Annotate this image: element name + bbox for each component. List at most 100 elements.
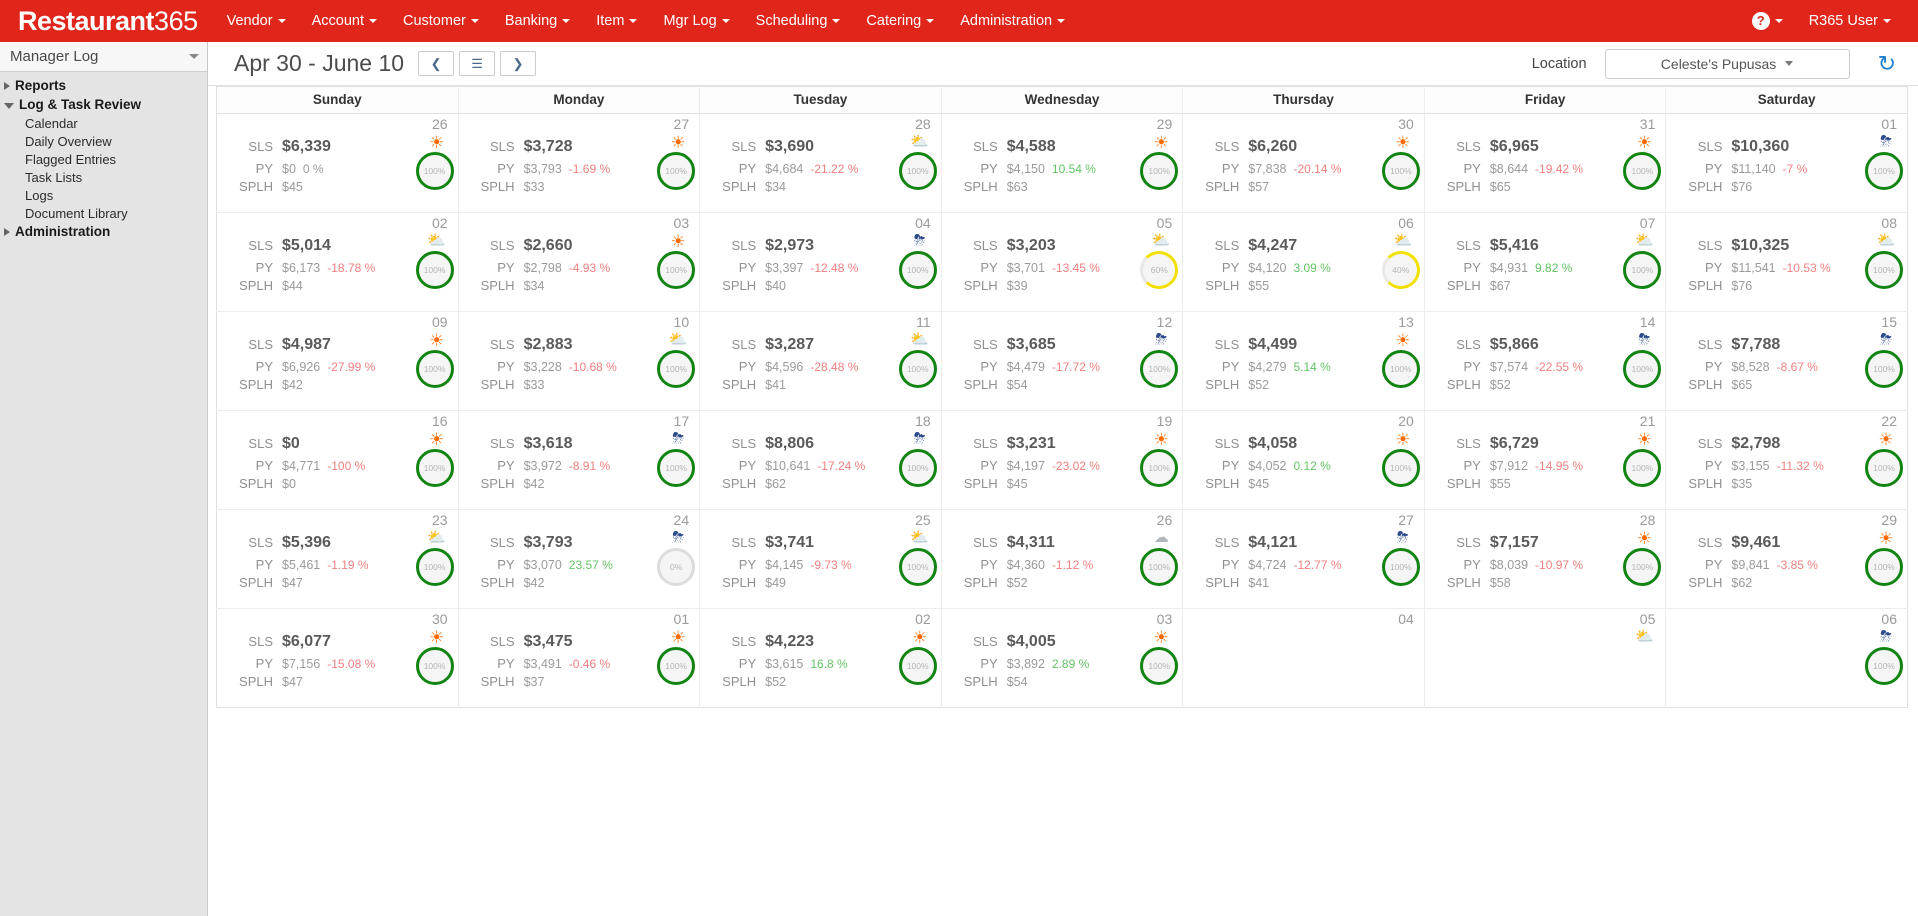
location-select[interactable]: Celeste's Pupusas	[1604, 48, 1850, 79]
calendar-day-cell[interactable]: 12 ⛈ 100% SLS $3,685 PY $4,479 -17.72 % SPLH $54	[941, 311, 1184, 411]
completion-ring[interactable]: 100%	[657, 152, 696, 190]
completion-ring[interactable]: 100%	[657, 449, 696, 487]
calendar-day-cell[interactable]: 18 ⛈ 100% SLS $8,806 PY $10,641 -17.24 % SPLH $62	[699, 410, 942, 510]
completion-ring[interactable]: 100%	[415, 647, 454, 685]
calendar-day-cell[interactable]: 01 ⛈ 100% SLS $10,360 PY $11,140 -7 % SPLH $76	[1665, 113, 1908, 213]
completion-ring[interactable]: 100%	[1140, 350, 1179, 388]
completion-ring[interactable]: 100%	[1140, 647, 1179, 685]
calendar-day-cell[interactable]: 30 ☀ 100% SLS $6,260 PY $7,838 -20.14 % SPLH $57	[1182, 113, 1425, 213]
completion-ring[interactable]: 0%	[657, 548, 696, 586]
next-period-button[interactable]: ❯	[500, 51, 537, 76]
calendar-day-cell[interactable]: 04 ⛈ 100% SLS $2,973 PY $3,397 -12.48 % SPLH $40	[699, 212, 942, 312]
calendar-day-cell[interactable]: 26 ☀ 100% SLS $6,339 PY $0 0 % SPLH $45	[216, 113, 459, 213]
calendar-day-cell[interactable]: 08 ⛅ 100% SLS $10,325 PY $11,541 -10.53 % SPLH $7…	[1665, 212, 1908, 312]
sidebar-item-calendar[interactable]: Calendar	[0, 114, 207, 132]
help-menu[interactable]: ?	[1739, 0, 1796, 42]
sidebar-group-log-task-review[interactable]: Log & Task Review	[0, 95, 207, 114]
calendar-day-cell[interactable]: 10 ⛅ 100% SLS $2,883 PY $3,228 -10.68 % SPLH $33	[458, 311, 701, 411]
completion-ring[interactable]: 100%	[1865, 251, 1903, 289]
user-menu[interactable]: R365 User	[1796, 0, 1904, 42]
completion-ring[interactable]: 100%	[1865, 152, 1903, 190]
calendar-day-cell[interactable]: 14 ⛈ 100% SLS $5,866 PY $7,574 -22.55 % SPLH $52	[1424, 311, 1667, 411]
calendar-day-cell[interactable]: 02 ☀ 100% SLS $4,223 PY $3,615 16.8 % SPLH $52	[699, 608, 942, 708]
sidebar-item-task-lists[interactable]: Task Lists	[0, 168, 207, 186]
sidebar-group-administration[interactable]: Administration	[0, 222, 207, 241]
calendar-day-cell[interactable]: 21 ☀ 100% SLS $6,729 PY $7,912 -14.95 % SPLH $55	[1424, 410, 1667, 510]
completion-ring[interactable]: 100%	[415, 251, 454, 289]
calendar-day-cell[interactable]: 17 ⛈ 100% SLS $3,618 PY $3,972 -8.91 % SPLH $42	[458, 410, 701, 510]
calendar-day-cell[interactable]: 06 ⛅ 40% SLS $4,247 PY $4,120 3.09 % SPLH $55	[1182, 212, 1425, 312]
calendar-day-cell[interactable]: 27 ☀ 100% SLS $3,728 PY $3,793 -1.69 % SPLH $33	[458, 113, 701, 213]
sidebar-item-flagged-entries[interactable]: Flagged Entries	[0, 150, 207, 168]
completion-ring[interactable]: 100%	[1140, 152, 1179, 190]
sidebar-item-daily-overview[interactable]: Daily Overview	[0, 132, 207, 150]
calendar-day-cell[interactable]: 29 ☀ 100% SLS $9,461 PY $9,841 -3.85 % SPLH $62	[1665, 509, 1908, 609]
sidebar-item-document-library[interactable]: Document Library	[0, 204, 207, 222]
calendar-day-cell[interactable]: 11 ⛅ 100% SLS $3,287 PY $4,596 -28.48 % SPLH $41	[699, 311, 942, 411]
completion-ring[interactable]: 100%	[1381, 548, 1420, 586]
calendar-day-cell[interactable]: 05 ⛅ 60% SLS $3,203 PY $3,701 -13.45 % SPLH $39	[941, 212, 1184, 312]
calendar-day-cell[interactable]: 28 ☀ 100% SLS $7,157 PY $8,039 -10.97 % SPLH $58	[1424, 509, 1667, 609]
completion-ring[interactable]: 100%	[1865, 350, 1903, 388]
calendar-day-cell[interactable]: 31 ☀ 100% SLS $6,965 PY $8,644 -19.42 % SPLH $65	[1424, 113, 1667, 213]
calendar-day-cell[interactable]: 22 ☀ 100% SLS $2,798 PY $3,155 -11.32 % SPLH $35	[1665, 410, 1908, 510]
completion-ring[interactable]: 100%	[1865, 548, 1903, 586]
completion-ring[interactable]: 100%	[898, 152, 937, 190]
completion-ring[interactable]: 100%	[1865, 647, 1903, 685]
calendar-day-cell[interactable]: 25 ⛅ 100% SLS $3,741 PY $4,145 -9.73 % SPLH $49	[699, 509, 942, 609]
calendar-day-cell[interactable]: 20 ☀ 100% SLS $4,058 PY $4,052 0.12 % SPLH $45	[1182, 410, 1425, 510]
nav-item-customer[interactable]: Customer	[390, 0, 492, 42]
nav-item-banking[interactable]: Banking	[492, 0, 583, 42]
calendar-day-cell[interactable]: 02 ⛅ 100% SLS $5,014 PY $6,173 -18.78 % SPLH $44	[216, 212, 459, 312]
calendar-day-cell[interactable]: 09 ☀ 100% SLS $4,987 PY $6,926 -27.99 % SPLH $42	[216, 311, 459, 411]
calendar-day-cell[interactable]: 29 ☀ 100% SLS $4,588 PY $4,150 10.54 % SPLH $63	[941, 113, 1184, 213]
calendar-day-cell[interactable]: 01 ☀ 100% SLS $3,475 PY $3,491 -0.46 % SPLH $37	[458, 608, 701, 708]
nav-item-mgr-log[interactable]: Mgr Log	[650, 0, 742, 42]
completion-ring[interactable]: 100%	[657, 350, 696, 388]
calendar-day-cell[interactable]: 13 ☀ 100% SLS $4,499 PY $4,279 5.14 % SPLH $52	[1182, 311, 1425, 411]
completion-ring[interactable]: 100%	[898, 350, 937, 388]
completion-ring[interactable]: 60%	[1140, 251, 1179, 289]
calendar-day-cell[interactable]: 30 ☀ 100% SLS $6,077 PY $7,156 -15.08 % SPLH $47	[216, 608, 459, 708]
calendar-day-cell[interactable]: 28 ⛅ 100% SLS $3,690 PY $4,684 -21.22 % SPLH $34	[699, 113, 942, 213]
app-logo[interactable]: Restaurant365	[0, 6, 214, 37]
completion-ring[interactable]: 100%	[1381, 152, 1420, 190]
calendar-day-cell[interactable]: 27 ⛈ 100% SLS $4,121 PY $4,724 -12.77 % SPLH $41	[1182, 509, 1425, 609]
completion-ring[interactable]: 100%	[1381, 449, 1420, 487]
completion-ring[interactable]: 100%	[657, 647, 696, 685]
calendar-day-cell[interactable]: 16 ☀ 100% SLS $0 PY $4,771 -100 % SPLH $0	[216, 410, 459, 510]
completion-ring[interactable]: 100%	[1381, 350, 1420, 388]
prev-period-button[interactable]: ❮	[418, 51, 455, 76]
calendar-day-cell[interactable]: 24 ⛈ 0% SLS $3,793 PY $3,070 23.57 % SPLH $42	[458, 509, 701, 609]
completion-ring[interactable]: 100%	[898, 647, 937, 685]
calendar-day-cell[interactable]: 03 ☀ 100% SLS $2,660 PY $2,798 -4.93 % SPLH $34	[458, 212, 701, 312]
date-picker-button[interactable]: ☰	[459, 51, 496, 76]
completion-ring[interactable]: 100%	[415, 449, 454, 487]
calendar-day-cell[interactable]: 26 ☁ 100% SLS $4,311 PY $4,360 -1.12 % SPLH $52	[941, 509, 1184, 609]
sidebar-group-reports[interactable]: Reports	[0, 76, 207, 95]
module-selector[interactable]: Manager Log	[0, 42, 207, 72]
calendar-day-cell[interactable]: 23 ⛅ 100% SLS $5,396 PY $5,461 -1.19 % SPLH $47	[216, 509, 459, 609]
nav-item-account[interactable]: Account	[299, 0, 390, 42]
nav-item-scheduling[interactable]: Scheduling	[743, 0, 854, 42]
calendar-day-cell[interactable]: 06 ⛈ 100%	[1665, 608, 1908, 708]
nav-item-administration[interactable]: Administration	[947, 0, 1078, 42]
completion-ring[interactable]: 100%	[1865, 449, 1903, 487]
completion-ring[interactable]: 40%	[1381, 251, 1420, 289]
calendar-day-cell[interactable]: 03 ☀ 100% SLS $4,005 PY $3,892 2.89 % SPLH $54	[941, 608, 1184, 708]
calendar-day-cell[interactable]: 05 ⛅	[1424, 608, 1667, 708]
nav-item-catering[interactable]: Catering	[853, 0, 947, 42]
completion-ring[interactable]: 100%	[898, 251, 937, 289]
calendar-day-cell[interactable]: 19 ☀ 100% SLS $3,231 PY $4,197 -23.02 % SPLH $45	[941, 410, 1184, 510]
nav-item-item[interactable]: Item	[583, 0, 650, 42]
completion-ring[interactable]: 100%	[1140, 548, 1179, 586]
completion-ring[interactable]: 100%	[898, 548, 937, 586]
completion-ring[interactable]: 100%	[657, 251, 696, 289]
calendar-day-cell[interactable]: 07 ⛅ 100% SLS $5,416 PY $4,931 9.82 % SPLH $67	[1424, 212, 1667, 312]
nav-item-vendor[interactable]: Vendor	[214, 0, 299, 42]
refresh-icon[interactable]: ↻	[1878, 52, 1896, 75]
calendar-day-cell[interactable]: 04	[1182, 608, 1425, 708]
completion-ring[interactable]: 100%	[415, 152, 454, 190]
completion-ring[interactable]: 100%	[898, 449, 937, 487]
sidebar-item-logs[interactable]: Logs	[0, 186, 207, 204]
